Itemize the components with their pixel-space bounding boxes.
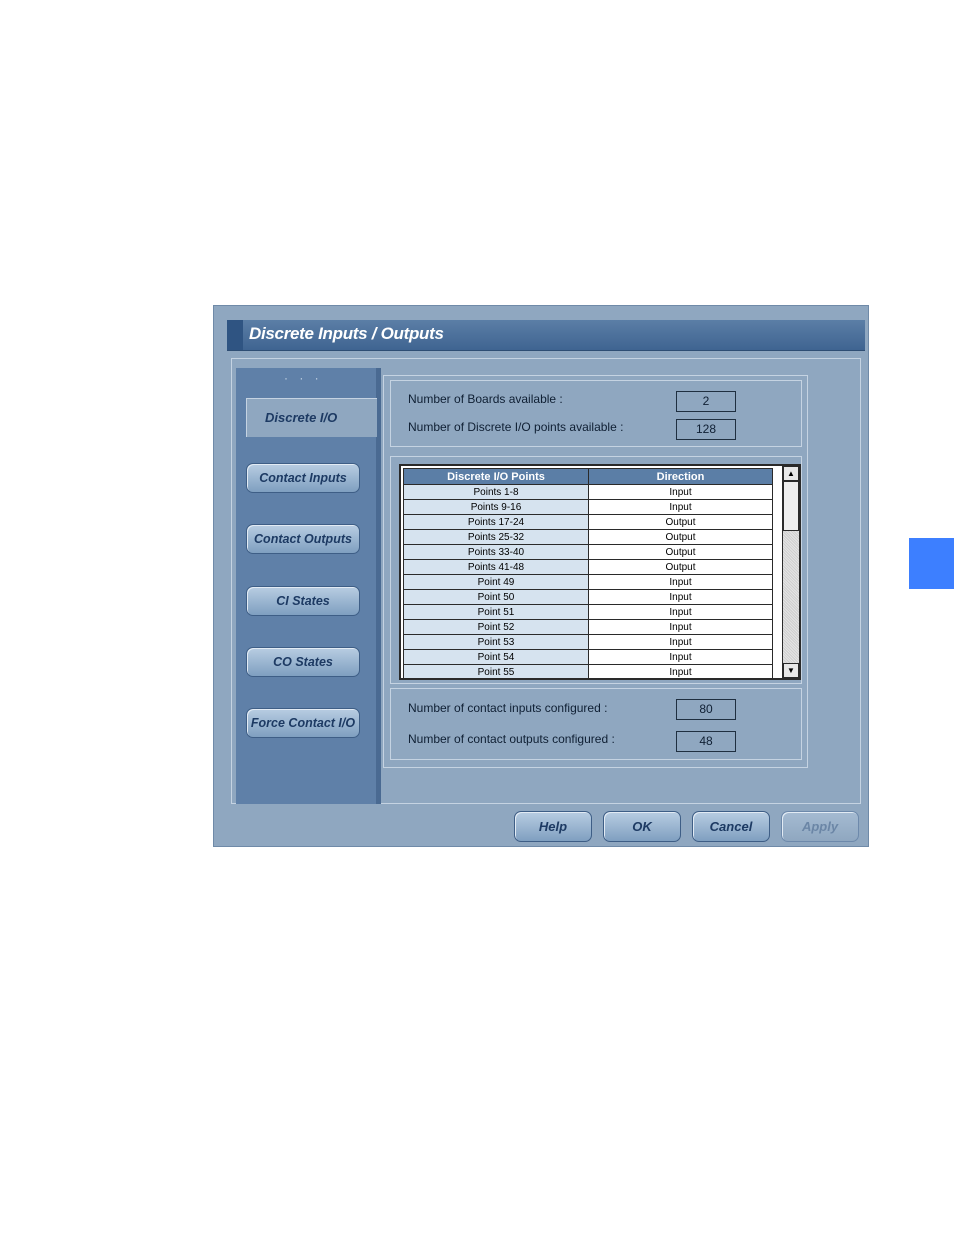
direction-cell[interactable]: Output (588, 529, 773, 545)
contact-outputs-configured-value: 48 (676, 731, 736, 752)
point-cell[interactable]: Points 33-40 (403, 544, 589, 560)
points-value: 128 (676, 419, 736, 440)
io-points-table: Discrete I/O Points Direction Points 1-8… (403, 468, 773, 678)
point-cell[interactable]: Points 1-8 (403, 484, 589, 500)
force-contact-io-button[interactable]: Force Contact I/O (246, 708, 360, 738)
io-points-grid[interactable]: Discrete I/O Points Direction Points 1-8… (399, 464, 801, 680)
window-title: Discrete Inputs / Outputs (249, 324, 444, 343)
table-row[interactable]: Point 55 Input (403, 664, 773, 678)
table-row[interactable]: Points 25-32 Output (403, 529, 773, 545)
direction-cell[interactable]: Input (588, 649, 773, 665)
point-cell[interactable]: Point 52 (403, 619, 589, 635)
point-cell[interactable]: Point 51 (403, 604, 589, 620)
contact-inputs-button[interactable]: Contact Inputs (246, 463, 360, 493)
table-row[interactable]: Point 53 Input (403, 634, 773, 650)
point-cell[interactable]: Points 9-16 (403, 499, 589, 515)
point-cell[interactable]: Points 41-48 (403, 559, 589, 575)
boards-value: 2 (676, 391, 736, 412)
direction-cell[interactable]: Input (588, 574, 773, 590)
cancel-button[interactable]: Cancel (692, 811, 770, 842)
chapter-tab-marker (909, 538, 954, 589)
dialog-window: Discrete Inputs / Outputs · · · Discrete… (213, 305, 869, 847)
table-row[interactable]: Points 41-48 Output (403, 559, 773, 575)
table-row[interactable]: Points 17-24 Output (403, 514, 773, 530)
direction-cell[interactable]: Input (588, 589, 773, 605)
configured-group: Number of contact inputs configured : 80… (390, 688, 802, 760)
direction-cell[interactable]: Input (588, 499, 773, 515)
point-cell[interactable]: Point 49 (403, 574, 589, 590)
ci-states-button[interactable]: CI States (246, 586, 360, 616)
apply-button[interactable]: Apply (781, 811, 859, 842)
point-cell[interactable]: Point 55 (403, 664, 589, 678)
title-bar: Discrete Inputs / Outputs (227, 320, 865, 351)
drag-grip-icon: · · · (284, 371, 323, 385)
boards-label: Number of Boards available : (408, 392, 563, 406)
direction-cell[interactable]: Output (588, 514, 773, 530)
points-label: Number of Discrete I/O points available … (408, 420, 624, 434)
sidebar: · · · Discrete I/O Contact Inputs Contac… (236, 368, 381, 804)
co-states-button[interactable]: CO States (246, 647, 360, 677)
contact-outputs-configured-label: Number of contact outputs configured : (408, 732, 615, 746)
table-row[interactable]: Point 54 Input (403, 649, 773, 665)
table-row[interactable]: Points 33-40 Output (403, 544, 773, 560)
table-row[interactable]: Point 50 Input (403, 589, 773, 605)
direction-cell[interactable]: Input (588, 619, 773, 635)
help-button[interactable]: Help (514, 811, 592, 842)
table-row[interactable]: Points 1-8 Input (403, 484, 773, 500)
direction-cell[interactable]: Input (588, 484, 773, 500)
direction-cell[interactable]: Output (588, 544, 773, 560)
scroll-down-icon[interactable]: ▼ (783, 663, 799, 678)
vertical-scrollbar[interactable]: ▲ ▼ (782, 466, 799, 678)
boards-group: Number of Boards available : 2 Number of… (390, 380, 802, 447)
scroll-thumb[interactable] (783, 481, 799, 531)
column-header-direction[interactable]: Direction (588, 468, 773, 485)
point-cell[interactable]: Point 50 (403, 589, 589, 605)
direction-cell[interactable]: Input (588, 604, 773, 620)
point-cell[interactable]: Points 17-24 (403, 514, 589, 530)
contact-inputs-configured-value: 80 (676, 699, 736, 720)
contact-inputs-configured-label: Number of contact inputs configured : (408, 701, 608, 715)
contact-outputs-button[interactable]: Contact Outputs (246, 524, 360, 554)
table-row[interactable]: Points 9-16 Input (403, 499, 773, 515)
sidebar-item-label: Discrete I/O (265, 410, 338, 425)
column-header-points[interactable]: Discrete I/O Points (403, 468, 589, 485)
ok-button[interactable]: OK (603, 811, 681, 842)
sidebar-item-discrete-io[interactable]: Discrete I/O (246, 398, 377, 437)
point-cell[interactable]: Points 25-32 (403, 529, 589, 545)
point-cell[interactable]: Point 54 (403, 649, 589, 665)
title-accent (227, 320, 243, 350)
scroll-up-icon[interactable]: ▲ (783, 466, 799, 481)
point-cell[interactable]: Point 53 (403, 634, 589, 650)
table-row[interactable]: Point 52 Input (403, 619, 773, 635)
direction-cell[interactable]: Input (588, 664, 773, 678)
direction-cell[interactable]: Output (588, 559, 773, 575)
table-row[interactable]: Point 49 Input (403, 574, 773, 590)
direction-cell[interactable]: Input (588, 634, 773, 650)
table-row[interactable]: Point 51 Input (403, 604, 773, 620)
